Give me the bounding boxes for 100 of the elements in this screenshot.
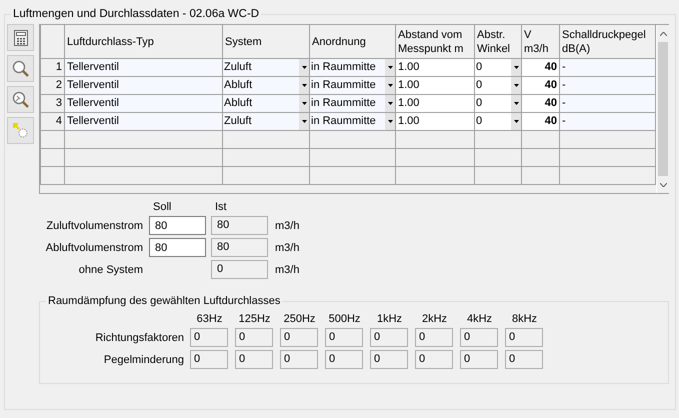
value-display: 0 <box>415 328 453 347</box>
caret-icon <box>302 84 306 87</box>
dropdown-button[interactable] <box>385 59 395 76</box>
frequency-label: 8kHz <box>510 313 538 325</box>
column-header[interactable]: Luftdurchlass-Typ <box>64 25 222 58</box>
value-display: 0 <box>190 350 228 369</box>
frequency-label: 2kHz <box>420 313 448 325</box>
dropdown-button[interactable] <box>385 95 395 112</box>
unit-label: m3/h <box>274 264 300 276</box>
frequency-label: 63Hz <box>196 313 224 325</box>
column-label: Soll <box>152 201 172 213</box>
row-number: 2 <box>54 78 63 93</box>
value-display: 0 <box>280 350 318 369</box>
value-display: 0 <box>325 350 363 369</box>
row-number: 1 <box>54 60 63 75</box>
scroll-thumb[interactable] <box>658 42 668 176</box>
dropdown-button[interactable] <box>511 59 521 76</box>
search-button[interactable] <box>7 55 34 82</box>
caret-icon <box>514 84 518 87</box>
frequency-label: 1kHz <box>376 313 404 325</box>
value-display: 0 <box>190 328 228 347</box>
table-cell-text: - <box>561 60 567 75</box>
value-display: 0 <box>460 350 498 369</box>
value-display: 0 <box>505 350 543 369</box>
calculator-button[interactable] <box>7 24 34 51</box>
table-cell[interactable]: 1.00 <box>396 77 474 94</box>
dropdown-button[interactable] <box>511 95 521 112</box>
input-field[interactable]: 80 <box>149 216 206 235</box>
table-cell-text: 40 <box>544 78 558 93</box>
dropdown-button[interactable] <box>385 77 395 94</box>
column-header[interactable]: Abstand vom Messpunkt m <box>396 25 474 58</box>
caret-icon <box>302 120 306 123</box>
caret-icon <box>514 120 518 123</box>
scroll-down-icon[interactable] <box>660 182 666 186</box>
column-header[interactable]: Anordnung <box>310 25 396 58</box>
value-display: 0 <box>235 328 273 347</box>
dropdown-button[interactable] <box>299 113 309 130</box>
table-cell-text: Tellerventil <box>66 96 120 111</box>
column-header[interactable]: System <box>222 25 310 58</box>
value-display: 0 <box>325 328 363 347</box>
dropdown-button[interactable] <box>299 95 309 112</box>
field-label: Pegelminderung <box>102 354 185 366</box>
value-display: 0 <box>370 350 408 369</box>
column-header[interactable]: Schalldruckpegel dB(A) <box>560 25 656 58</box>
caret-icon <box>388 102 392 105</box>
value-display: 0 <box>280 328 318 347</box>
caret-icon <box>514 66 518 69</box>
frequency-label: 500Hz <box>328 313 362 325</box>
caret-icon <box>388 120 392 123</box>
dropdown-button[interactable] <box>511 77 521 94</box>
unit-label: m3/h <box>274 242 300 254</box>
caret-icon <box>388 84 392 87</box>
field-label: Richtungsfaktoren <box>94 332 185 344</box>
table-cell[interactable]: 1.00 <box>396 59 474 76</box>
column-header[interactable]: Abstr. Winkel <box>474 25 522 58</box>
field-label: ohne System <box>78 264 144 276</box>
caret-icon <box>302 66 306 69</box>
frequency-label: 250Hz <box>282 313 316 325</box>
dropdown-button[interactable] <box>299 77 309 94</box>
dropdown-button[interactable] <box>511 113 521 130</box>
pin-magnifier-icon <box>12 90 30 108</box>
caret-icon <box>388 66 392 69</box>
caret-icon <box>514 102 518 105</box>
calculator-icon <box>14 30 28 46</box>
search-icon <box>12 60 30 78</box>
value-display: 0 <box>415 350 453 369</box>
frequency-label: 125Hz <box>238 313 272 325</box>
group-title: Luftmengen und Durchlassdaten - 02.06a WC-D <box>12 8 260 20</box>
table-cell-text: 40 <box>544 96 558 111</box>
field-label: Abluftvolumenstrom <box>44 242 144 254</box>
table-cell-text: 40 <box>544 114 558 129</box>
row-number: 4 <box>54 114 63 129</box>
frequency-label: 4kHz <box>466 313 494 325</box>
scroll-up-icon[interactable] <box>660 32 666 36</box>
column-label: Ist <box>214 201 228 213</box>
value-display: 0 <box>505 328 543 347</box>
value-display: 0 <box>370 328 408 347</box>
table-cell[interactable]: 1.00 <box>396 95 474 112</box>
value-display: 80 <box>211 238 268 257</box>
dropdown-button[interactable] <box>385 113 395 130</box>
row-number: 3 <box>54 96 63 111</box>
table-cell-text: - <box>561 96 567 111</box>
table-cell-text: Tellerventil <box>66 60 120 75</box>
pin-search-button[interactable] <box>7 86 34 113</box>
dropdown-button[interactable] <box>299 59 309 76</box>
table-cell-text: - <box>561 114 567 129</box>
table-cell-text: 40 <box>544 60 558 75</box>
table-cell-text: Tellerventil <box>66 114 120 129</box>
unit-label: m3/h <box>274 220 300 232</box>
table-cell-text: - <box>561 78 567 93</box>
value-display: 0 <box>460 328 498 347</box>
value-display: 0 <box>211 260 268 279</box>
value-display: 80 <box>211 216 268 235</box>
field-label: Zuluftvolumenstrom <box>45 220 144 232</box>
input-field[interactable]: 80 <box>149 238 206 257</box>
column-header[interactable]: V m3/h <box>522 25 560 58</box>
scrollbar[interactable] <box>656 25 669 193</box>
table-cell[interactable]: 1.00 <box>396 113 474 130</box>
group-title: Raumdämpfung des gewählten Luftdurchlasses <box>47 295 282 307</box>
table-cell-text: Tellerventil <box>66 78 120 93</box>
